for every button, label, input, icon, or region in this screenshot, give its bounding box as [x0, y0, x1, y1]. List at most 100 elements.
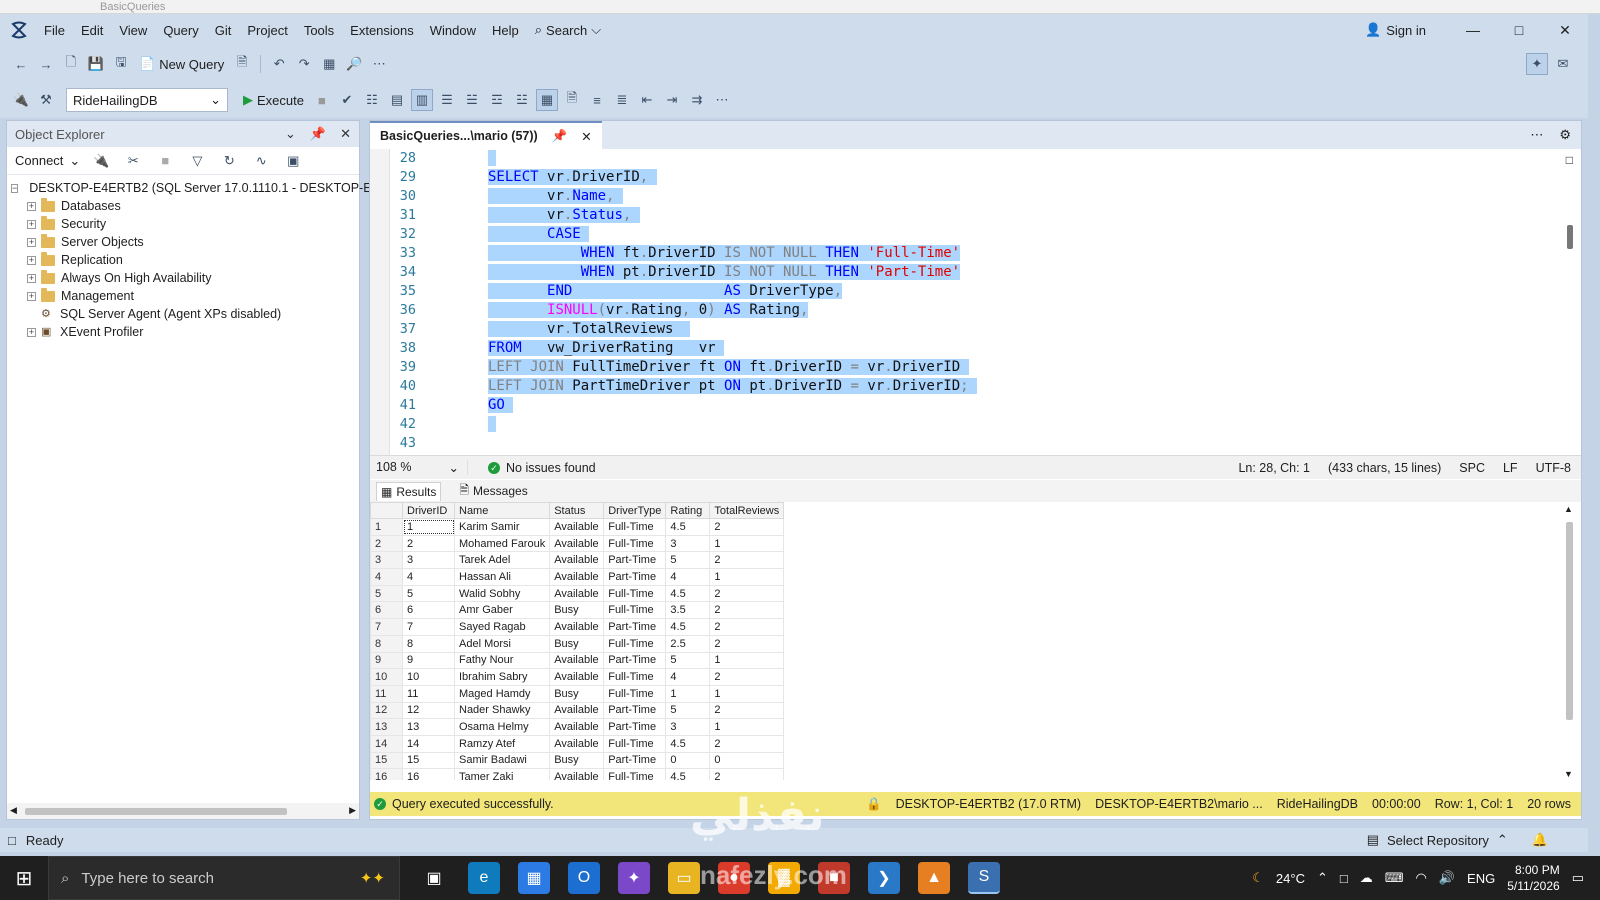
save-all-icon[interactable]: 🖫	[110, 53, 132, 75]
execute-button[interactable]: ▶ Execute	[239, 92, 308, 108]
filter-icon[interactable]: ▽	[186, 150, 208, 172]
table-cell[interactable]: Full-Time	[603, 634, 667, 653]
new-query-button[interactable]: 📄 New Query	[135, 56, 228, 72]
file-encoding[interactable]: UTF-8	[1536, 461, 1571, 475]
tree-item-sql-agent[interactable]: ⚙ SQL Server Agent (Agent XPs disabled)	[7, 305, 359, 323]
table-row[interactable]: 15 15 Samir Badawi Busy Part-Time 0 0	[370, 751, 785, 770]
table-cell[interactable]: 2	[709, 518, 785, 536]
table-cell[interactable]: 2	[709, 734, 785, 753]
code-editor[interactable]: 28 29 SELECT vr.DriverID, 30 vr.Name, 31 …	[370, 149, 1560, 455]
table-cell[interactable]: 2.5	[665, 634, 711, 653]
whitespace-mode[interactable]: SPC	[1459, 461, 1485, 475]
tree-item-databases[interactable]: + Databases	[7, 197, 359, 215]
column-header[interactable]: Status	[549, 502, 605, 519]
row-number-cell[interactable]: 10	[370, 668, 403, 686]
table-cell[interactable]: Amr Gaber	[453, 601, 551, 620]
table-cell[interactable]: 9	[402, 651, 455, 670]
minimize-button[interactable]: —	[1450, 14, 1496, 46]
close-icon[interactable]: ✕	[581, 129, 591, 144]
table-cell[interactable]: 10	[402, 668, 455, 686]
table-cell[interactable]: 3.5	[665, 601, 711, 620]
vlc-icon[interactable]: ▲	[918, 862, 950, 894]
back-icon[interactable]: ←	[10, 53, 32, 75]
table-cell[interactable]: Part-Time	[603, 701, 667, 720]
weather-temp[interactable]: 24°C	[1276, 871, 1305, 886]
table-cell[interactable]: Available	[549, 668, 605, 686]
notification-center-icon[interactable]: ▭	[1572, 870, 1584, 886]
more-icon[interactable]: ⋯	[1530, 127, 1543, 143]
estimated-plan-icon[interactable]: ☷	[361, 89, 383, 111]
file-explorer-icon[interactable]: ▭	[668, 862, 700, 894]
client-stats-icon[interactable]: ☲	[486, 89, 508, 111]
table-cell[interactable]: Available	[549, 718, 605, 736]
outlook-icon[interactable]: O	[568, 862, 600, 894]
row-number-cell[interactable]: 7	[370, 618, 403, 636]
table-cell[interactable]: Available	[549, 768, 605, 780]
expand-icon[interactable]: +	[27, 327, 36, 337]
results-to-grid-icon[interactable]: ▦	[535, 89, 558, 111]
table-cell[interactable]: 2	[709, 768, 785, 780]
volume-icon[interactable]: 🔊	[1439, 870, 1455, 886]
windows-start-icon[interactable]: ⊞	[0, 866, 48, 891]
results-grid[interactable]: DriverID Name Status DriverType Rating T…	[370, 502, 1560, 780]
table-cell[interactable]: Ramzy Atef	[453, 734, 551, 753]
tab-messages[interactable]: 🗎 Messages	[455, 479, 531, 504]
table-cell[interactable]: Mohamed Farouk	[453, 534, 551, 553]
disconnect-icon[interactable]: ✂	[122, 150, 144, 172]
table-cell[interactable]: Full-Time	[603, 734, 667, 753]
store-icon[interactable]: ▦	[518, 862, 550, 894]
menu-view[interactable]: View	[111, 23, 155, 38]
tree-server-node[interactable]: − DESKTOP-E4ERTB2 (SQL Server 17.0.1110.…	[7, 179, 378, 197]
pin-icon[interactable]: 📌	[552, 129, 568, 144]
menu-git[interactable]: Git	[207, 23, 240, 38]
live-stats-icon[interactable]: ☱	[461, 89, 483, 111]
zoom-select[interactable]: 108 % ⌄	[376, 460, 468, 475]
scrollbar-thumb[interactable]	[25, 808, 287, 815]
row-number-cell[interactable]: 4	[370, 568, 403, 586]
close-icon[interactable]: ✕	[340, 126, 351, 142]
gear-icon[interactable]: ⚙	[1559, 127, 1571, 143]
table-cell[interactable]: Part-Time	[603, 568, 667, 586]
table-cell[interactable]: 4	[665, 568, 711, 586]
table-cell[interactable]: Maged Hamdy	[453, 684, 551, 703]
maximize-button[interactable]: □	[1496, 14, 1542, 46]
connect-dropdown[interactable]: Connect ⌄	[15, 153, 80, 169]
new-project-icon[interactable]: 🗋	[60, 53, 82, 75]
table-cell[interactable]: 5	[402, 584, 455, 603]
table-cell[interactable]: Walid Sobhy	[453, 584, 551, 603]
table-cell[interactable]: 4	[665, 668, 711, 686]
output-icon[interactable]: □	[8, 833, 16, 848]
table-cell[interactable]: 1	[709, 651, 785, 670]
scroll-left-icon[interactable]: ◀	[10, 805, 17, 816]
expand-icon[interactable]: +	[27, 219, 36, 229]
table-cell[interactable]: Samir Badawi	[453, 751, 551, 770]
specify-values-icon[interactable]: ⇉	[686, 89, 708, 111]
select-repository-button[interactable]: Select Repository	[1387, 833, 1489, 848]
row-number-cell[interactable]: 3	[370, 551, 403, 570]
comment-icon[interactable]: ≡	[586, 89, 608, 111]
row-number-cell[interactable]: 14	[370, 734, 403, 753]
tree-item-management[interactable]: + Management	[7, 287, 359, 305]
stop-icon[interactable]: ■	[154, 150, 176, 172]
table-row[interactable]: 4 4 Hassan Ali Available Part-Time 4 1	[370, 568, 785, 586]
decrease-indent-icon[interactable]: ⇤	[636, 89, 658, 111]
table-row[interactable]: 12 12 Nader Shawky Available Part-Time 5 2	[370, 701, 785, 720]
row-number-cell[interactable]: 9	[370, 651, 403, 670]
table-cell[interactable]: 2	[709, 584, 785, 603]
table-row[interactable]: 10 10 Ibrahim Sabry Available Full-Time 4 2	[370, 668, 785, 686]
table-cell[interactable]: 2	[402, 534, 455, 553]
table-cell[interactable]: 1	[709, 718, 785, 736]
parse-checkmark-icon[interactable]: ✔	[336, 89, 358, 111]
table-row[interactable]: 13 13 Osama Helmy Available Part-Time 3 1	[370, 718, 785, 736]
clock[interactable]: 8:00 PM 5/11/2026	[1507, 862, 1560, 894]
table-cell[interactable]: 2	[709, 551, 785, 570]
row-number-cell[interactable]: 11	[370, 684, 403, 703]
split-editor-icon[interactable]: □	[1566, 153, 1573, 167]
actual-plan-icon[interactable]: ☰	[436, 89, 458, 111]
table-cell[interactable]: 5	[665, 701, 711, 720]
scroll-right-icon[interactable]: ▶	[349, 805, 356, 816]
edge-icon[interactable]: e	[468, 862, 500, 894]
table-cell[interactable]: 5	[665, 551, 711, 570]
find-in-files-icon[interactable]: 🔎	[343, 53, 365, 75]
stop-icon[interactable]: ■	[311, 89, 333, 111]
